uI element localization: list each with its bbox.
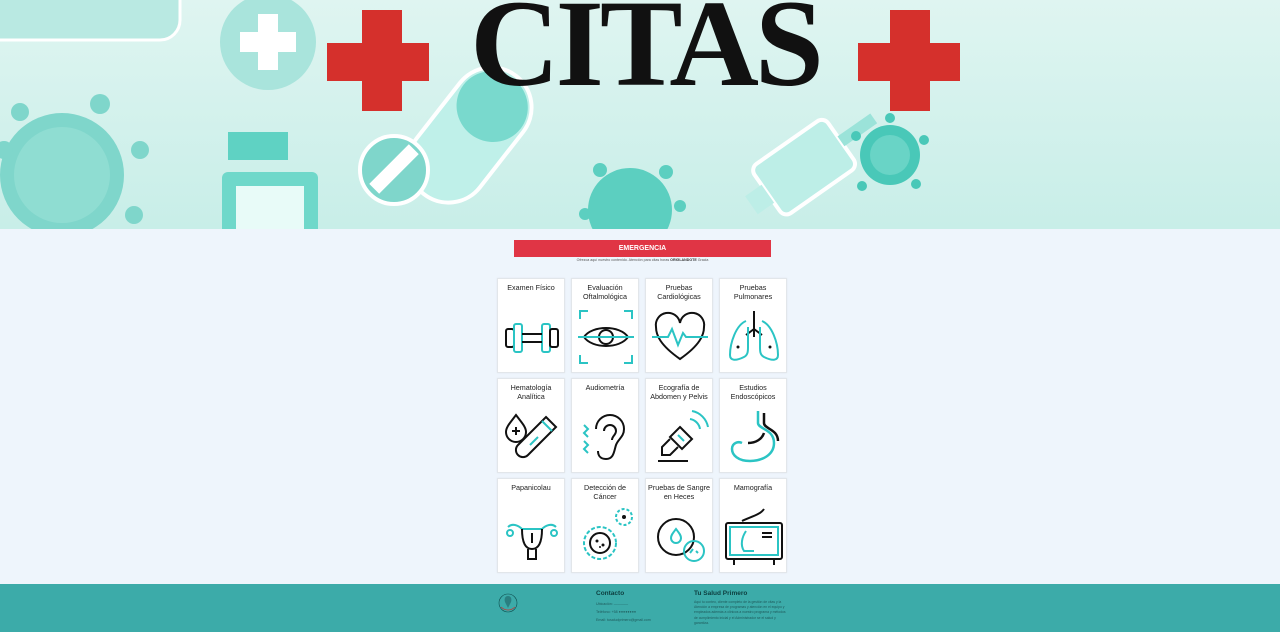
mammography-icon: [725, 508, 783, 565]
red-cross-right-icon: [858, 10, 960, 111]
service-card-endoscopicos[interactable]: Estudios Endoscópicos: [719, 378, 787, 473]
service-card-heces[interactable]: Pruebas de Sangre en Heces: [645, 478, 713, 573]
blood-test-icon: [504, 413, 558, 459]
service-label: Evaluación Oftalmológica: [583, 283, 627, 301]
service-label: Pruebas de Sangre en Heces: [648, 483, 710, 501]
service-card-hematologia[interactable]: Hematología Analítica: [497, 378, 565, 473]
service-label: Examen Físico: [507, 283, 555, 292]
service-label: Estudios Endoscópicos: [730, 383, 776, 401]
eye-scan-icon: [578, 310, 634, 364]
service-label: Pruebas Pulmonares: [733, 283, 773, 301]
service-card-ecografia[interactable]: Ecografía de Abdomen y Pelvis: [645, 378, 713, 473]
stomach-icon: [730, 411, 780, 463]
emergency-note: Ofrezca aquí nuestro contenido. Atención…: [514, 258, 771, 262]
services-grid: Examen Físico Evaluación Oftalmológica P…: [497, 278, 789, 573]
service-label: Papanicolau: [511, 483, 551, 492]
emergency-note-end: Gracia: [697, 258, 709, 262]
service-card-papanicolau[interactable]: Papanicolau: [497, 478, 565, 573]
service-card-cancer[interactable]: Detección de Cáncer: [571, 478, 639, 573]
footer-about-title: Tu Salud Primero: [694, 590, 748, 597]
service-card-mamografia[interactable]: Mamografía: [719, 478, 787, 573]
footer-about-text: Aquí tu conteo, cliente completo de la g…: [694, 600, 786, 625]
footer-logo-icon: [498, 593, 518, 613]
cancer-cell-icon: [583, 508, 633, 560]
emergency-button[interactable]: EMERGENCIA: [514, 240, 771, 257]
footer-contact-title: Contacto: [596, 590, 625, 597]
hero-title: CITAS: [470, 0, 824, 112]
lungs-icon: [728, 311, 780, 361]
footer-contact: Contacto Ubicación: ———— Teléfono: +58 ●…: [596, 590, 651, 624]
uterus-icon: [506, 523, 558, 560]
ear-icon: [582, 414, 626, 461]
red-cross-left-icon: [327, 10, 429, 111]
emergency-note-bold: ORIGLANDOTE: [670, 258, 697, 262]
ultrasound-icon: [658, 410, 709, 462]
stool-test-icon: [657, 518, 705, 562]
hero-banner: CITAS: [0, 0, 1280, 229]
heart-pulse-icon: [652, 311, 708, 361]
service-card-audiometria[interactable]: Audiometría: [571, 378, 639, 473]
service-label: Hematología Analítica: [510, 383, 552, 401]
footer-contact-line: Email: tusaludprimero@gmail.com: [596, 618, 651, 622]
footer-about: Tu Salud Primero Aquí tu conteo, cliente…: [694, 590, 789, 626]
emergency-note-text: Ofrezca aquí nuestro contenido. Atención…: [576, 258, 670, 262]
service-card-cardiologicas[interactable]: Pruebas Cardiológicas: [645, 278, 713, 373]
service-label: Mamografía: [733, 483, 773, 492]
service-label: Ecografía de Abdomen y Pelvis: [650, 383, 708, 401]
service-card-examen-fisico[interactable]: Examen Físico: [497, 278, 565, 373]
service-label: Audiometría: [585, 383, 625, 392]
service-card-pulmonares[interactable]: Pruebas Pulmonares: [719, 278, 787, 373]
service-card-oftalmologica[interactable]: Evaluación Oftalmológica: [571, 278, 639, 373]
service-label: Detección de Cáncer: [584, 483, 626, 501]
footer-contact-line: Teléfono: +58 ●●●●●●●●: [596, 610, 637, 614]
dumbbell-icon: [505, 323, 559, 353]
footer-contact-line: Ubicación: ————: [596, 602, 629, 606]
service-label: Pruebas Cardiológicas: [657, 283, 701, 301]
